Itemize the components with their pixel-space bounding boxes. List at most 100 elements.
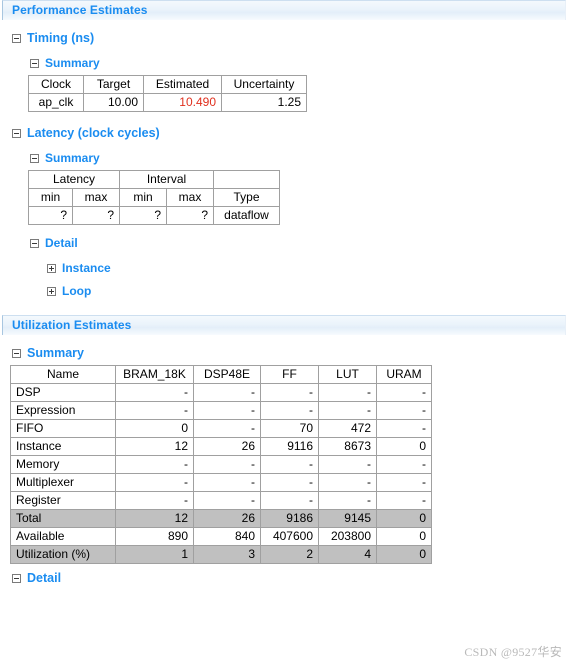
cell-target: 10.00	[83, 93, 144, 112]
cell-name: Available	[10, 527, 116, 546]
table-row: Register - - - - -	[10, 491, 432, 510]
col-header-dsp48e: DSP48E	[193, 365, 261, 384]
timing-summary-table: Clock Target Estimated Uncertainty ap_cl…	[28, 75, 307, 112]
cell-lut: 4	[318, 545, 377, 564]
tree-label-timing: Timing (ns)	[27, 31, 95, 45]
col-header-clock: Clock	[28, 75, 84, 94]
cell-name: Utilization (%)	[10, 545, 116, 564]
tree-label-latency: Latency (clock cycles)	[27, 126, 160, 140]
table-row: ap_clk 10.00 10.490 1.25	[28, 93, 307, 112]
tree-node-timing-summary[interactable]: Summary	[0, 54, 568, 72]
collapse-minus-icon-latency-detail[interactable]	[30, 238, 39, 248]
cell-bram-18k: -	[115, 401, 194, 420]
utilization-estimates-body: Summary Name BRAM_18K DSP48E FF LUT URAM…	[0, 335, 568, 587]
utilization-estimates-header: Utilization Estimates	[2, 315, 566, 335]
table-row: FIFO 0-70 472-	[10, 419, 432, 438]
col-header-bram-18k: BRAM_18K	[115, 365, 194, 384]
tree-node-utilization-detail[interactable]: Detail	[0, 569, 568, 587]
table-header-row: Clock Target Estimated Uncertainty	[28, 75, 307, 94]
cell-ff: -	[260, 383, 319, 402]
table-row: Total 12 26 9186 9145 0	[10, 509, 432, 528]
collapse-minus-icon-utilization-detail[interactable]	[12, 573, 21, 583]
tree-node-latency-loop[interactable]: Loop	[0, 282, 568, 300]
cell-dsp48e: 840	[193, 527, 261, 546]
col-header-latency-max: max	[72, 188, 120, 207]
table-row: Multiplexer - - - - -	[10, 473, 432, 492]
cell-ff: 2	[260, 545, 319, 564]
cell-dsp48e: -	[193, 383, 261, 402]
col-header-estimated: Estimated	[143, 75, 222, 94]
col-header-type: Type	[213, 188, 280, 207]
table-row: Instance 12 26 9116 8673 0	[10, 437, 432, 456]
cell-dsp48e: 3	[193, 545, 261, 564]
cell-dsp48e: -	[193, 491, 261, 510]
cell-interval-min: ?	[119, 206, 167, 225]
cell-lut: -	[318, 455, 377, 474]
expand-plus-icon-loop[interactable]	[47, 286, 56, 296]
cell-ff: 407600	[260, 527, 319, 546]
cell-uram: 0	[376, 509, 432, 528]
col-header-name: Name	[10, 365, 116, 384]
csdn-watermark: CSDN @9527华安	[464, 645, 562, 659]
tree-label-latency-summary: Summary	[45, 151, 100, 165]
tree-label-utilization-summary: Summary	[27, 346, 84, 360]
latency-summary-table: Latency Interval min max min max Type ? …	[28, 170, 280, 225]
cell-name: Expression	[10, 401, 116, 420]
col-header-uncertainty: Uncertainty	[221, 75, 307, 94]
col-header-target: Target	[83, 75, 144, 94]
cell-uram: 0	[376, 545, 432, 564]
cell-name: FIFO	[10, 419, 116, 438]
collapse-minus-icon-latency-summary[interactable]	[30, 153, 39, 163]
cell-bram-18k: -	[115, 473, 194, 492]
tree-node-latency-detail[interactable]: Detail	[0, 234, 568, 252]
performance-estimates-title: Performance Estimates	[12, 3, 148, 17]
tree-node-latency[interactable]: Latency (clock cycles)	[0, 124, 568, 142]
table-row: DSP - - - - -	[10, 383, 432, 402]
tree-node-utilization-summary[interactable]: Summary	[0, 344, 568, 362]
cell-estimated: 10.490	[143, 93, 222, 112]
collapse-minus-icon-timing[interactable]	[12, 33, 21, 43]
cell-lut: -	[318, 491, 377, 510]
cell-lut: -	[318, 383, 377, 402]
expand-plus-icon-instance[interactable]	[47, 263, 56, 273]
cell-ff: -	[260, 455, 319, 474]
tree-label-instance: Instance	[62, 261, 111, 275]
cell-lut: -	[318, 473, 377, 492]
table-row: Available 890 840 407600 203800 0	[10, 527, 432, 546]
tree-label-latency-detail: Detail	[45, 236, 78, 250]
cell-dsp48e: 26	[193, 437, 261, 456]
table-row: ? ? ? ? dataflow	[28, 206, 280, 225]
cell-latency-max: ?	[72, 206, 120, 225]
performance-estimates-body: Timing (ns) Summary Clock Target Estimat…	[0, 20, 568, 315]
utilization-summary-table: Name BRAM_18K DSP48E FF LUT URAM DSP - - - -…	[10, 365, 432, 564]
collapse-minus-icon-timing-summary[interactable]	[30, 58, 39, 68]
col-header-interval-min: min	[119, 188, 167, 207]
collapse-minus-icon-utilization-summary[interactable]	[12, 348, 21, 358]
cell-bram-18k: 12	[115, 437, 194, 456]
tree-node-timing[interactable]: Timing (ns)	[0, 29, 568, 47]
cell-dsp48e: 26	[193, 509, 261, 528]
tree-node-latency-instance[interactable]: Instance	[0, 259, 568, 277]
cell-ff: 9186	[260, 509, 319, 528]
cell-bram-18k: -	[115, 383, 194, 402]
cell-ff: 9116	[260, 437, 319, 456]
tree-node-latency-summary[interactable]: Summary	[0, 149, 568, 167]
cell-bram-18k: -	[115, 491, 194, 510]
cell-uram: -	[376, 383, 432, 402]
cell-bram-18k: 0	[115, 419, 194, 438]
cell-lut: 8673	[318, 437, 377, 456]
cell-bram-18k: 12	[115, 509, 194, 528]
cell-dsp48e: -	[193, 473, 261, 492]
group-header-interval: Interval	[119, 170, 214, 189]
col-header-latency-min: min	[28, 188, 73, 207]
cell-lut: 9145	[318, 509, 377, 528]
utilization-estimates-title: Utilization Estimates	[12, 318, 132, 332]
cell-bram-18k: -	[115, 455, 194, 474]
col-header-uram: URAM	[376, 365, 432, 384]
collapse-minus-icon-latency[interactable]	[12, 128, 21, 138]
cell-bram-18k: 1	[115, 545, 194, 564]
cell-dsp48e: -	[193, 419, 261, 438]
cell-interval-max: ?	[166, 206, 214, 225]
tree-label-timing-summary: Summary	[45, 56, 100, 70]
cell-name: Multiplexer	[10, 473, 116, 492]
